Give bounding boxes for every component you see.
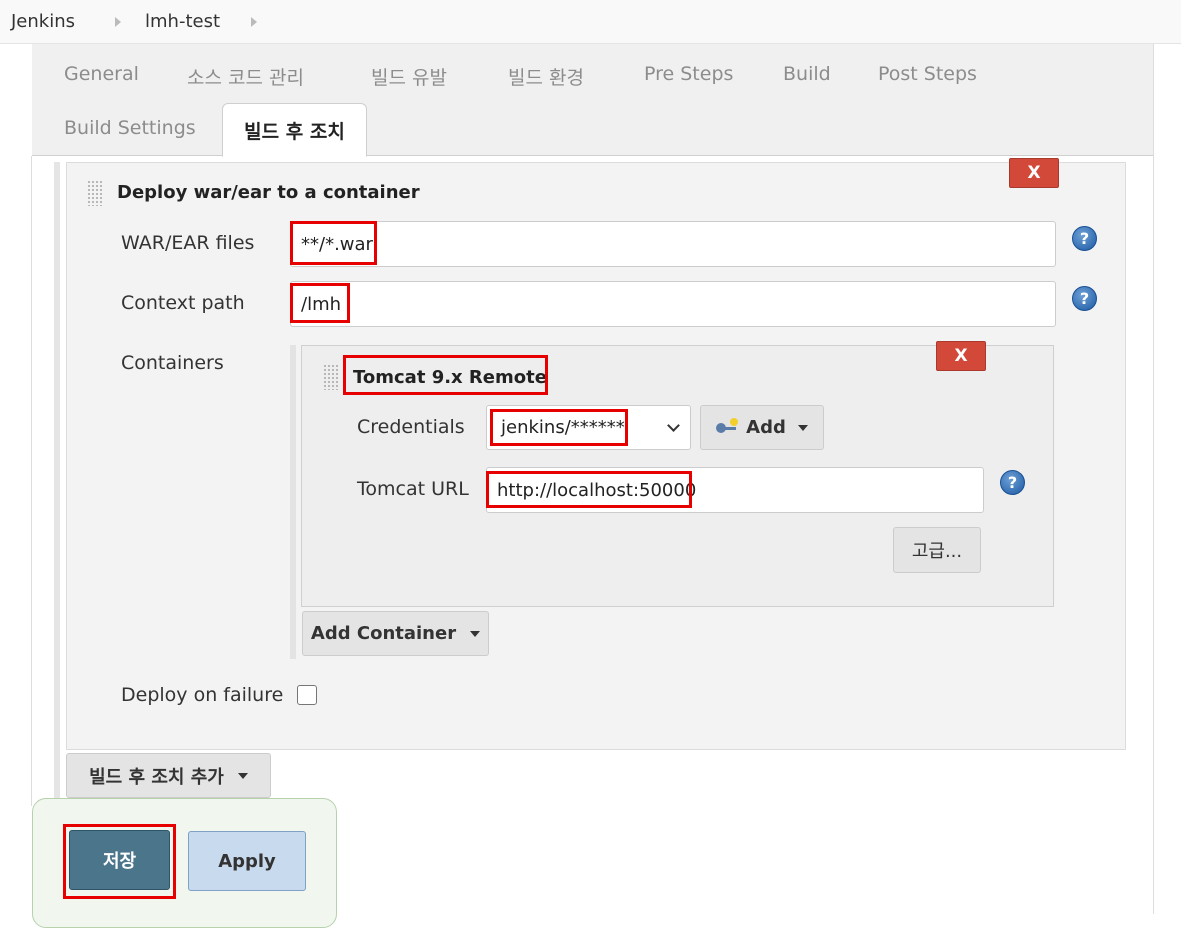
tab-build-settings[interactable]: Build Settings (64, 117, 196, 139)
section-bar (54, 162, 60, 802)
frame-border (1153, 44, 1154, 914)
add-container-button[interactable]: Add Container (302, 611, 489, 656)
context-path-label: Context path (121, 292, 245, 314)
advanced-button[interactable]: 고급... (893, 527, 981, 573)
help-icon[interactable]: ? (1072, 286, 1097, 311)
tab-build[interactable]: Build (783, 63, 831, 85)
deploy-on-failure-label: Deploy on failure (121, 684, 284, 706)
breadcrumb-jenkins[interactable]: Jenkins (11, 11, 75, 32)
add-post-build-action-button[interactable]: 빌드 후 조치 추가 (66, 753, 271, 798)
add-credentials-label: Add (746, 417, 786, 438)
drag-handle-icon[interactable] (87, 180, 103, 206)
container-bar (290, 345, 296, 659)
war-files-input[interactable]: **/*.war (290, 221, 1056, 267)
save-button[interactable]: 저장 (69, 830, 170, 890)
tomcat-url-label: Tomcat URL (357, 478, 469, 500)
tomcat-url-input[interactable]: http://localhost:50000 (486, 467, 984, 513)
caret-down-icon (470, 630, 481, 637)
credentials-select[interactable]: jenkins/****** (486, 405, 691, 450)
tab-build-triggers[interactable]: 빌드 유발 (371, 63, 447, 90)
tab-general[interactable]: General (64, 63, 139, 85)
config-tabs: General 소스 코드 관리 빌드 유발 빌드 환경 Pre Steps B… (32, 44, 1153, 157)
breadcrumb: Jenkins lmh-test (0, 0, 1181, 44)
tab-post-build-actions[interactable]: 빌드 후 조치 (222, 103, 367, 157)
tab-source-code-management[interactable]: 소스 코드 관리 (187, 63, 304, 90)
key-icon (716, 417, 739, 435)
add-container-label: Add Container (310, 623, 457, 644)
help-icon[interactable]: ? (1072, 226, 1097, 251)
tab-build-environment[interactable]: 빌드 환경 (508, 63, 584, 90)
section-title: Deploy war/ear to a container (117, 182, 420, 203)
add-post-build-action-label: 빌드 후 조치 추가 (89, 766, 224, 788)
credentials-value: jenkins/****** (501, 417, 625, 438)
breadcrumb-separator-icon[interactable] (115, 17, 121, 27)
deploy-on-failure-checkbox[interactable] (297, 685, 317, 705)
context-path-input[interactable]: /lmh (290, 281, 1056, 327)
credentials-label: Credentials (357, 416, 465, 438)
chevron-down-icon (667, 419, 680, 432)
tab-pre-steps[interactable]: Pre Steps (644, 63, 733, 85)
drag-handle-icon[interactable] (323, 364, 339, 390)
caret-down-icon (237, 772, 248, 779)
add-credentials-button[interactable]: Add (700, 405, 824, 450)
breadcrumb-job[interactable]: lmh-test (145, 11, 220, 32)
tab-post-steps[interactable]: Post Steps (878, 63, 977, 85)
containers-label: Containers (121, 352, 224, 374)
help-icon[interactable]: ? (1000, 470, 1025, 495)
container-title: Tomcat 9.x Remote (353, 367, 547, 388)
delete-container-button[interactable]: X (936, 341, 986, 371)
breadcrumb-separator-icon[interactable] (251, 17, 257, 27)
delete-step-button[interactable]: X (1009, 158, 1059, 188)
apply-button[interactable]: Apply (188, 831, 306, 891)
war-files-label: WAR/EAR files (121, 232, 255, 254)
frame-border (31, 156, 32, 806)
caret-down-icon (797, 424, 808, 431)
